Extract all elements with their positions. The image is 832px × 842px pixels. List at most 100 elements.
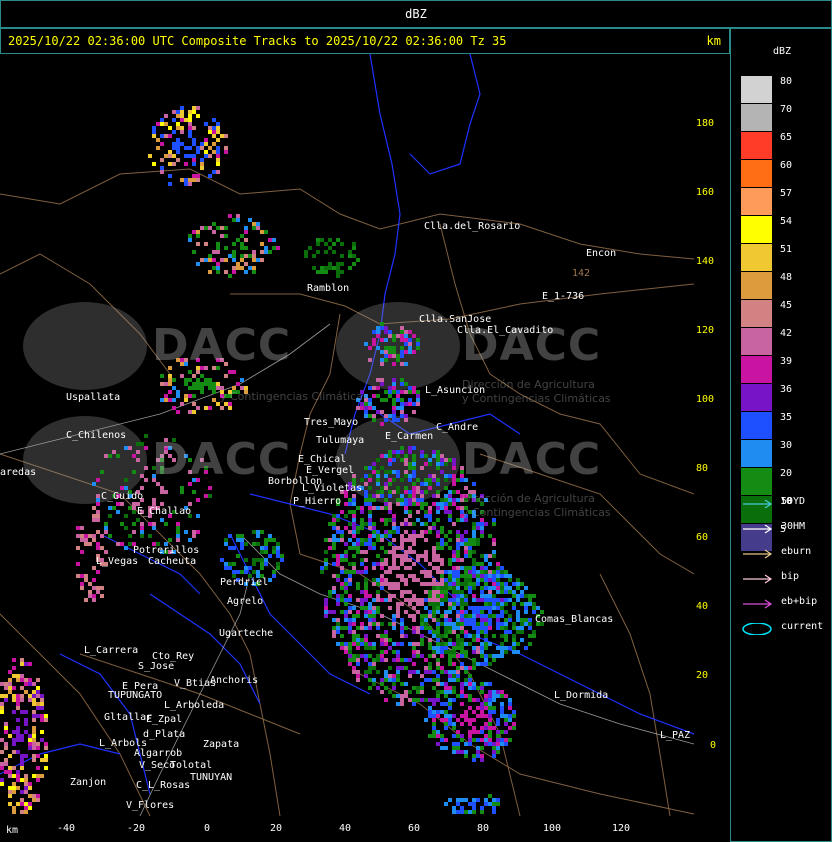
echo-cell [456,538,460,542]
echo-cell [476,738,480,742]
echo-cell [92,518,96,522]
echo-cell [192,410,196,414]
echo-cell [4,698,8,702]
legend-swatch [741,272,772,299]
echo-cell [456,546,460,550]
echo-cell [448,582,452,586]
echo-cell [416,510,420,514]
echo-cell [364,414,368,418]
echo-cell [388,646,392,650]
echo-cell [372,546,376,550]
echo-cell [444,690,448,694]
echo-cell [208,382,212,386]
echo-cell [184,178,188,182]
echo-cell [500,706,504,710]
echo-cell [488,662,492,666]
echo-cell [220,226,224,230]
echo-cell [348,530,352,534]
echo-cell [164,490,168,494]
echo-cell [376,458,380,462]
echo-cell [216,158,220,162]
echo-cell [408,466,412,470]
echo-cell [80,586,84,590]
echo-cell [468,590,472,594]
echo-cell [132,530,136,534]
echo-cell [452,746,456,750]
echo-cell [340,582,344,586]
echo-cell [376,490,380,494]
echo-cell [416,498,420,502]
echo-cell [352,494,356,498]
echo-cell [480,586,484,590]
echo-cell [0,766,4,770]
echo-cell [356,582,360,586]
echo-cell [352,534,356,538]
echo-cell [472,738,476,742]
echo-cell [388,622,392,626]
echo-cell [520,602,524,606]
echo-cell [416,346,420,350]
echo-cell [436,582,440,586]
echo-cell [332,546,336,550]
echo-cell [24,774,28,778]
echo-cell [320,266,324,270]
echo-cell [488,574,492,578]
echo-cell [460,594,464,598]
echo-cell [476,706,480,710]
echo-cell [328,266,332,270]
echo-cell [28,698,32,702]
echo-cell [368,626,372,630]
echo-cell [416,394,420,398]
echo-cell [436,590,440,594]
echo-cell [168,382,172,386]
echo-cell [480,706,484,710]
echo-cell [412,598,416,602]
echo-cell [368,542,372,546]
echo-cell [332,542,336,546]
echo-cell [456,550,460,554]
echo-cell [36,694,40,698]
echo-cell [220,558,224,562]
echo-cell [392,490,396,494]
echo-cell [440,558,444,562]
echo-cell [256,542,260,546]
echo-cell [408,446,412,450]
echo-cell [412,402,416,406]
echo-cell [500,574,504,578]
echo-cell [92,538,96,542]
echo-cell [472,530,476,534]
echo-cell [444,594,448,598]
echo-cell [28,678,32,682]
echo-cell [444,578,448,582]
place-label: C_Guido [101,491,144,502]
echo-cell [516,630,520,634]
watermark-line: y Contingencias Climáticas [462,506,611,519]
echo-cell [456,590,460,594]
echo-cell [244,262,248,266]
echo-cell [84,574,88,578]
echo-cell [92,598,96,602]
echo-cell [528,594,532,598]
place-label: E_Challao [137,506,192,517]
echo-cell [176,526,180,530]
echo-cell [404,342,408,346]
echo-cell [492,690,496,694]
echo-cell [484,606,488,610]
echo-cell [324,614,328,618]
echo-cell [356,546,360,550]
echo-cell [364,570,368,574]
echo-cell [428,526,432,530]
echo-cell [432,702,436,706]
echo-cell [376,334,380,338]
echo-cell [388,690,392,694]
echo-cell [448,702,452,706]
echo-cell [452,734,456,738]
y-tick-label: 0 [710,740,717,751]
echo-cell [212,118,216,122]
legend-swatch [741,216,772,243]
radar-map[interactable]: DACC DACC DACC DACC Dirección de Agricul… [0,54,694,816]
echo-cell [464,642,468,646]
echo-cell [412,538,416,542]
echo-cell [496,562,500,566]
echo-cell [516,614,520,618]
